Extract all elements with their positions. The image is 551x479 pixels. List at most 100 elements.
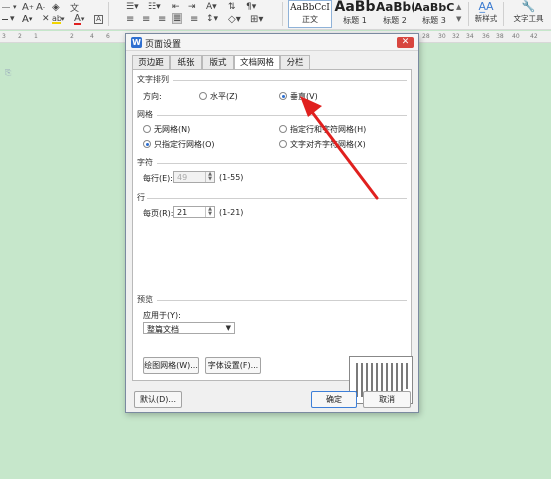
ok-button[interactable]: 确定	[311, 391, 357, 408]
group-divider	[173, 80, 407, 81]
spinner-arrows-icon[interactable]: ▲ ▼	[205, 207, 214, 217]
ribbon-toolbar: ▾ A + A- ◈ 文 ▾ A ▾ ✕ ab ▾ A ▾ A ☰▾ ☷▾ ⇤ ⇥ A▾…	[0, 0, 551, 30]
no-grid-label[interactable]: 无网格(N)	[154, 124, 190, 135]
snap-to-char-grid-label[interactable]: 文字对齐字符网格(X)	[290, 139, 366, 150]
close-button[interactable]: ✕	[397, 37, 414, 48]
tab-margins[interactable]: 页边距	[132, 55, 170, 70]
text-direction-group-title: 文字排列	[137, 75, 169, 84]
style-sample: AaBb(	[376, 0, 414, 14]
lines-per-page-value: 21	[177, 208, 188, 217]
vertical-label[interactable]: 垂直(V)	[290, 91, 318, 102]
page-marker-icon: ⎘	[5, 68, 12, 77]
bullets-icon[interactable]: ☰▾	[126, 1, 139, 13]
apply-to-value: 整篇文档	[147, 325, 179, 334]
styles-more-icon[interactable]: ▼	[456, 13, 461, 25]
group-divider	[157, 115, 407, 116]
ribbon-separator	[108, 2, 109, 26]
ribbon-separator	[503, 2, 504, 26]
style-heading-1[interactable]: AaBb 标题 1	[334, 0, 376, 28]
style-sample: AaBb	[334, 0, 376, 15]
clear-format-icon[interactable]: ◈	[52, 1, 60, 13]
style-name: 标题 1	[343, 16, 367, 25]
style-name: 标题 2	[383, 16, 407, 25]
direction-label: 方向:	[143, 92, 162, 101]
spinner-arrows-icon[interactable]: ▲ ▼	[205, 172, 214, 182]
style-sample: AaBbCcI	[290, 3, 330, 13]
group-divider	[147, 198, 407, 199]
document-grid-panel: 文字排列 方向: 水平(Z) 垂直(V) 网格 无网格(N) 只指定行网格(O)…	[132, 69, 413, 404]
lines-per-page-range: (1-21)	[219, 208, 244, 217]
style-heading-2[interactable]: AaBb( 标题 2	[376, 0, 414, 28]
chars-per-line-spinner[interactable]: 49 ▲ ▼	[173, 171, 215, 183]
line-grid-only-radio[interactable]	[143, 140, 151, 148]
page-setup-dialog: W 页面设置 ✕ 页边距 纸张 版式 文档网格 分栏 文字排列 方向: 水平(Z…	[125, 33, 419, 413]
chinese-layout-icon[interactable]: A▾	[206, 1, 217, 13]
lines-per-page-spinner[interactable]: 21 ▲ ▼	[173, 206, 215, 218]
grid-group-title: 网格	[137, 110, 153, 119]
style-normal[interactable]: AaBbCcI 正文	[288, 0, 332, 28]
text-effect-icon[interactable]: A ▾	[22, 13, 32, 25]
default-button[interactable]: 默认(D)...	[134, 391, 182, 408]
no-grid-radio[interactable]	[143, 125, 151, 133]
line-and-char-grid-radio[interactable]	[279, 125, 287, 133]
distributed-icon[interactable]: ≡	[190, 13, 198, 25]
wrench-icon: 🔧	[521, 0, 536, 13]
numbering-icon[interactable]: ☷▾	[148, 1, 161, 13]
align-right-icon[interactable]: ≡	[158, 13, 166, 25]
draw-grid-button[interactable]: 绘图网格(W)...	[143, 357, 199, 374]
align-center-icon[interactable]: ≡	[142, 13, 150, 25]
indent-icon[interactable]: ⇥	[188, 1, 196, 13]
cancel-button[interactable]: 取消	[363, 391, 411, 408]
new-style-label: 新样式	[474, 14, 498, 23]
char-border-icon[interactable]: A	[94, 13, 103, 25]
line-spacing-icon[interactable]: ↕▾	[206, 13, 218, 25]
font-size-combo-fragment[interactable]: ▾	[2, 1, 17, 13]
pinyin-icon[interactable]: 文	[70, 1, 79, 14]
chars-per-line-label: 每行(E):	[143, 174, 173, 183]
tab-layout[interactable]: 版式	[202, 55, 234, 70]
tab-paper[interactable]: 纸张	[170, 55, 202, 70]
horizontal-radio[interactable]	[199, 92, 207, 100]
justify-icon[interactable]: ≣	[172, 13, 183, 24]
borders-icon[interactable]: ⊞▾	[250, 13, 263, 25]
line-grid-only-label[interactable]: 只指定行网格(O)	[154, 139, 215, 150]
outdent-icon[interactable]: ⇤	[172, 1, 180, 13]
vertical-radio[interactable]	[279, 92, 287, 100]
show-marks-icon[interactable]: ¶▾	[246, 1, 256, 13]
chars-per-line-value: 49	[177, 173, 188, 182]
chars-per-line-range: (1-55)	[219, 173, 244, 182]
sort-icon[interactable]: ⇅	[228, 1, 236, 13]
dialog-title: 页面设置	[145, 40, 182, 50]
line-and-char-grid-label[interactable]: 指定行和字符网格(H)	[290, 124, 366, 135]
style-name: 标题 3	[422, 16, 446, 25]
tab-columns[interactable]: 分栏	[280, 55, 310, 70]
shading-icon[interactable]: ◇▾	[228, 13, 241, 25]
strikethrough-icon[interactable]: ▾	[2, 13, 15, 25]
styles-scroll-up-icon[interactable]: ▲	[456, 1, 461, 13]
font-color-icon[interactable]: A ▾	[74, 13, 84, 25]
ribbon-separator	[468, 2, 469, 26]
x-icon[interactable]: ✕	[42, 13, 50, 25]
snap-to-char-grid-radio[interactable]	[279, 140, 287, 148]
shrink-font-icon[interactable]: A-	[36, 1, 45, 13]
ribbon-separator	[282, 2, 283, 26]
group-divider	[157, 163, 407, 164]
font-settings-button[interactable]: 字体设置(F)...	[205, 357, 261, 374]
chars-group-title: 字符	[137, 158, 153, 167]
new-style-button[interactable]: A̲A 新样式	[470, 0, 502, 28]
text-tools-button[interactable]: 🔧 文字工具	[506, 0, 551, 28]
group-divider	[157, 300, 407, 301]
style-name: 正文	[302, 15, 318, 24]
horizontal-label[interactable]: 水平(Z)	[210, 91, 238, 102]
text-tools-label: 文字工具	[513, 14, 544, 23]
style-sample: AaBbC	[414, 1, 454, 14]
dialog-titlebar[interactable]: W 页面设置 ✕	[126, 34, 418, 51]
apply-to-select[interactable]: 整篇文档 ▼	[143, 322, 235, 334]
new-style-icon: A̲A	[478, 0, 494, 13]
grow-font-icon[interactable]: A +	[22, 1, 34, 13]
wps-logo-icon: W	[131, 37, 142, 48]
highlight-icon[interactable]: ab ▾	[52, 13, 65, 25]
align-left-icon[interactable]: ≡	[126, 13, 134, 25]
lines-group-title: 行	[137, 193, 145, 202]
style-heading-3[interactable]: AaBbC 标题 3	[414, 0, 454, 28]
